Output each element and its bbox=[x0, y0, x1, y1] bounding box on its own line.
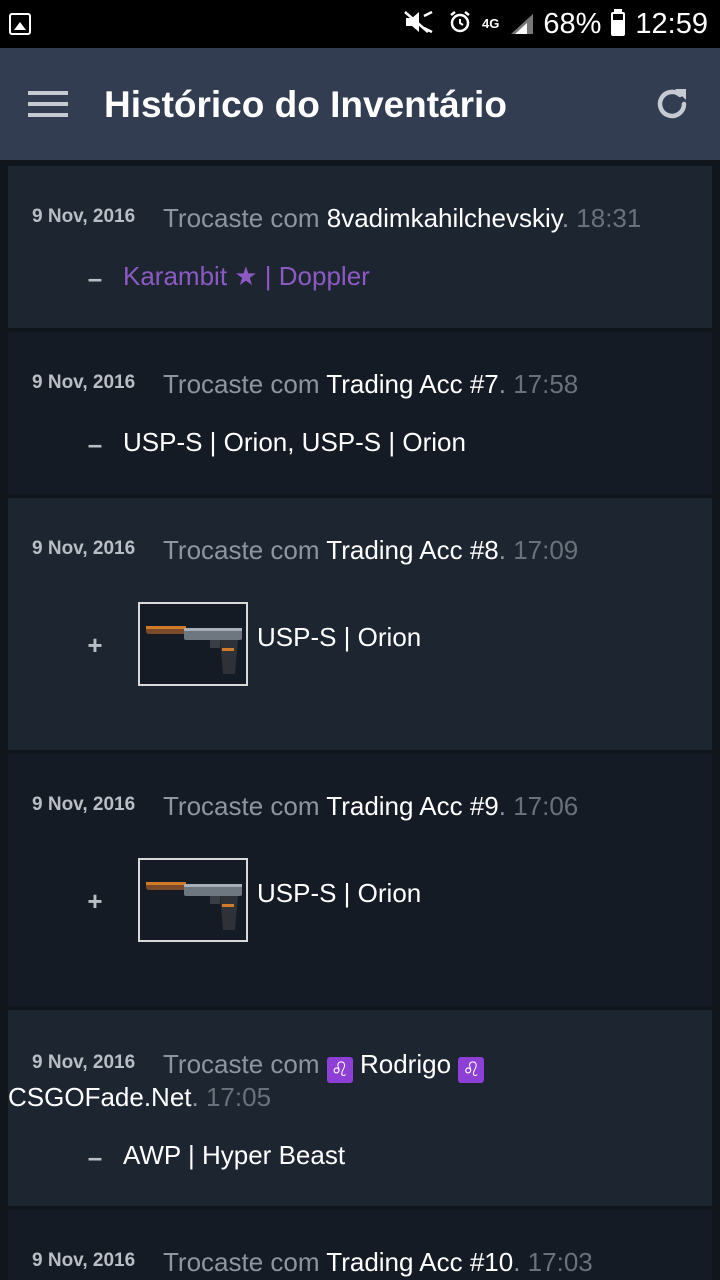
gallery-notification-icon bbox=[9, 13, 31, 35]
entry-description: Trocaste com Trading Acc #8. 17:09 bbox=[163, 535, 579, 565]
refresh-icon[interactable] bbox=[652, 84, 692, 124]
trade-partner-link[interactable]: Trading Acc #9 bbox=[326, 791, 498, 821]
status-icons: 4G 68% 12:59 bbox=[404, 0, 708, 48]
menu-icon[interactable] bbox=[28, 91, 68, 117]
item-thumbnail[interactable] bbox=[138, 858, 248, 942]
inventory-history-list[interactable]: 9 Nov, 2016 Trocaste com 8vadimkahilchev… bbox=[0, 160, 720, 1280]
trade-partner-link[interactable]: CSGOFade.Net bbox=[8, 1082, 192, 1112]
removed-sign: – bbox=[87, 263, 103, 293]
item-name[interactable]: USP-S | Orion bbox=[257, 622, 421, 653]
entry-description: Trocaste com 8vadimkahilchevskiy. 18:31 bbox=[163, 203, 642, 233]
mute-icon bbox=[404, 10, 438, 38]
removed-sign: – bbox=[87, 429, 103, 459]
entry-description: Trocaste com Trading Acc #10. 17:03 bbox=[163, 1247, 593, 1277]
alarm-icon bbox=[448, 10, 472, 38]
leo-emoji-icon: ♌ bbox=[326, 1057, 353, 1083]
entry-date: 9 Nov, 2016 bbox=[32, 372, 136, 393]
signal-icon bbox=[509, 12, 534, 36]
entry-date: 9 Nov, 2016 bbox=[32, 794, 136, 815]
entry-description: Trocaste com Trading Acc #9. 17:06 bbox=[163, 791, 579, 821]
entry-date: 9 Nov, 2016 bbox=[32, 1052, 136, 1073]
network-type: 4G bbox=[482, 16, 500, 31]
list-item[interactable]: 9 Nov, 2016 Trocaste com Trading Acc #7.… bbox=[8, 332, 712, 494]
trade-partner-link[interactable]: Trading Acc #10 bbox=[326, 1247, 513, 1277]
pistol-icon bbox=[146, 882, 242, 930]
leo-emoji-icon: ♌ bbox=[458, 1057, 485, 1083]
entry-date: 9 Nov, 2016 bbox=[32, 206, 136, 227]
entry-description: Trocaste com ♌ Rodrigo ♌ bbox=[163, 1049, 485, 1083]
clock: 12:59 bbox=[635, 7, 708, 40]
list-item[interactable]: 9 Nov, 2016 Trocaste com ♌ Rodrigo ♌ CSG… bbox=[8, 1010, 712, 1206]
item-name[interactable]: Karambit ★ | Doppler bbox=[123, 261, 370, 292]
battery-icon bbox=[611, 9, 626, 36]
trade-partner-link[interactable]: 8vadimkahilchevskiy bbox=[327, 203, 562, 233]
entry-date: 9 Nov, 2016 bbox=[32, 1250, 136, 1271]
app-bar: Histórico do Inventário bbox=[0, 48, 720, 160]
added-sign: + bbox=[87, 630, 103, 660]
pistol-icon bbox=[146, 626, 242, 674]
entry-date: 9 Nov, 2016 bbox=[32, 538, 136, 559]
trade-partner-link[interactable]: Trading Acc #7 bbox=[326, 369, 498, 399]
entry-description: Trocaste com Trading Acc #7. 17:58 bbox=[163, 369, 579, 399]
list-item[interactable]: 9 Nov, 2016 Trocaste com Trading Acc #10… bbox=[8, 1210, 712, 1280]
list-item[interactable]: 9 Nov, 2016 Trocaste com 8vadimkahilchev… bbox=[8, 166, 712, 328]
status-bar: 4G 68% 12:59 bbox=[0, 0, 720, 48]
page-title: Histórico do Inventário bbox=[104, 84, 507, 125]
added-sign: + bbox=[87, 886, 103, 916]
removed-sign: – bbox=[87, 1142, 103, 1172]
item-name[interactable]: USP-S | Orion, USP-S | Orion bbox=[123, 427, 466, 458]
item-thumbnail[interactable] bbox=[138, 602, 248, 686]
entry-description-continued: CSGOFade.Net. 17:05 bbox=[8, 1082, 272, 1112]
list-item[interactable]: 9 Nov, 2016 Trocaste com Trading Acc #8.… bbox=[8, 498, 712, 750]
list-item[interactable]: 9 Nov, 2016 Trocaste com Trading Acc #9.… bbox=[8, 754, 712, 1006]
item-name[interactable]: AWP | Hyper Beast bbox=[123, 1140, 345, 1171]
item-name[interactable]: USP-S | Orion bbox=[257, 878, 421, 909]
trade-partner-link[interactable]: Trading Acc #8 bbox=[326, 535, 498, 565]
battery-percent: 68% bbox=[543, 7, 602, 40]
trade-partner-link[interactable]: Rodrigo bbox=[360, 1049, 451, 1079]
